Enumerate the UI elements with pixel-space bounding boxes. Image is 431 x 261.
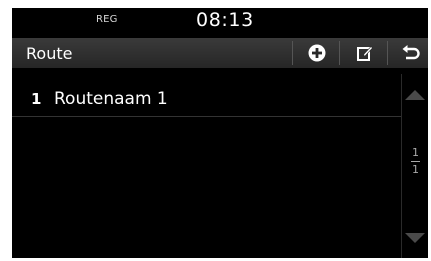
- page-title: Route: [26, 44, 73, 63]
- add-route-button[interactable]: [297, 39, 337, 67]
- page-indicator: 1 1: [405, 147, 426, 176]
- page-total: 1: [412, 163, 419, 176]
- clock: 08:13: [196, 9, 254, 31]
- display-frame: REG 08:13 Route 1 Routenaam 1 1 1: [0, 0, 431, 261]
- title-bar: Route: [12, 38, 428, 68]
- reg-indicator: REG: [96, 14, 118, 25]
- edit-icon: [357, 46, 373, 61]
- page-current: 1: [412, 146, 419, 159]
- page-divider: [411, 161, 420, 162]
- route-name: Routenaam 1: [54, 89, 168, 109]
- scroll-down-icon[interactable]: [405, 233, 425, 243]
- separator: [339, 41, 340, 65]
- route-list: 1 Routenaam 1: [12, 74, 402, 258]
- edit-route-button[interactable]: [345, 39, 385, 67]
- status-bar: REG 08:13: [12, 8, 428, 34]
- scroll-column: 1 1: [401, 74, 428, 258]
- separator: [292, 41, 293, 65]
- separator: [387, 41, 388, 65]
- head-unit-screen: REG 08:13 Route 1 Routenaam 1 1 1: [12, 8, 428, 258]
- back-arrow-icon: [402, 45, 420, 60]
- scroll-up-icon[interactable]: [405, 90, 425, 100]
- route-number: 1: [31, 90, 42, 108]
- route-item[interactable]: 1 Routenaam 1: [12, 78, 402, 117]
- back-button[interactable]: [391, 39, 428, 67]
- plus-circle-icon: [308, 44, 326, 62]
